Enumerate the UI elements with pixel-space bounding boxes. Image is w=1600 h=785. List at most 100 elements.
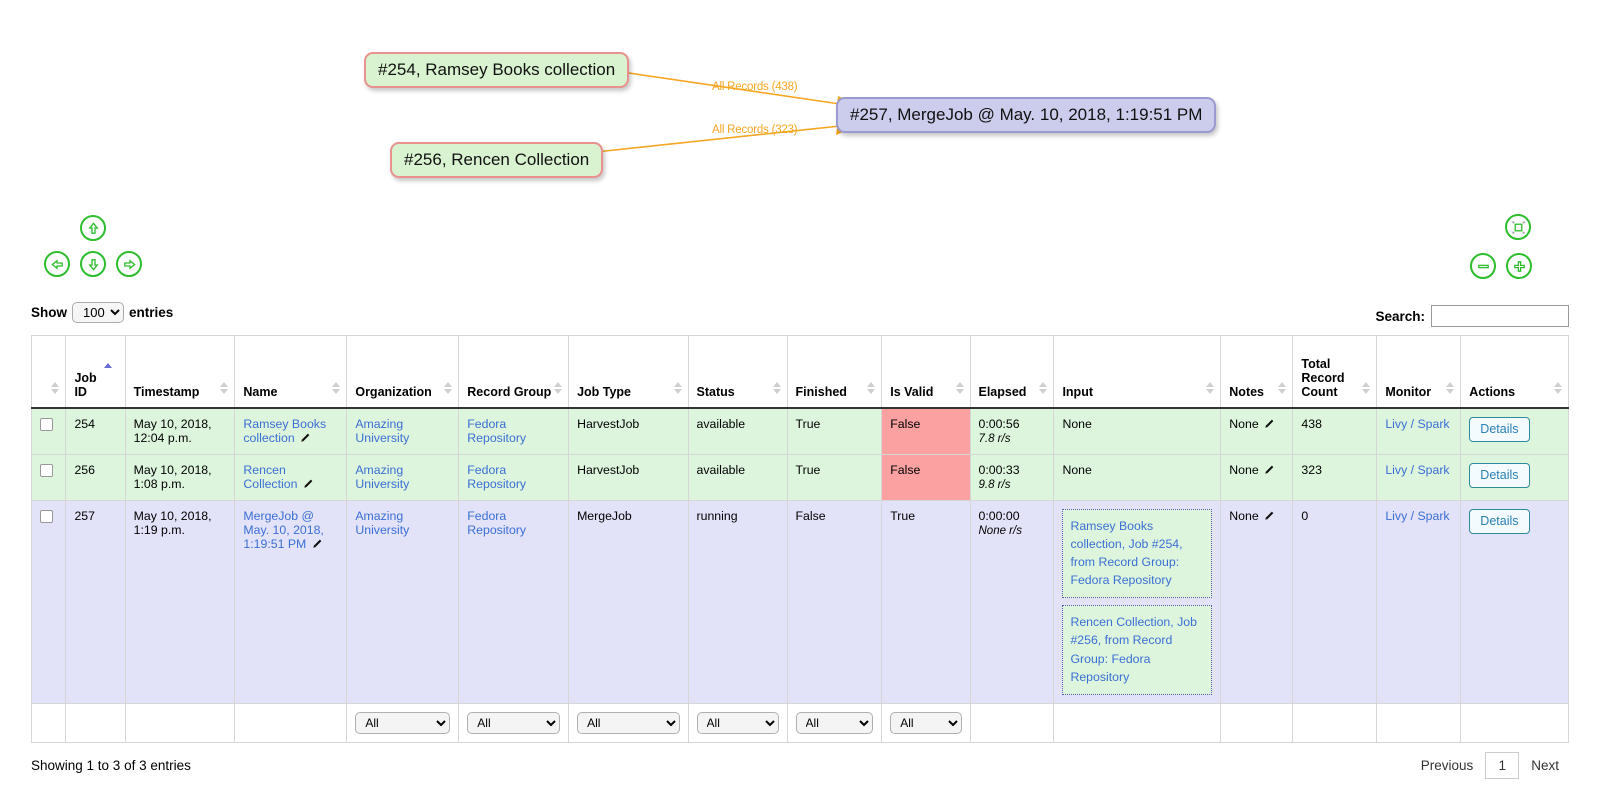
edit-pencil-icon[interactable] xyxy=(1264,418,1275,432)
row-checkbox[interactable] xyxy=(40,463,53,477)
sort-arrows-icon[interactable] xyxy=(1278,382,1287,395)
input-job-link[interactable]: Ramsey Books collection, Job #254, from … xyxy=(1070,519,1182,588)
column-header-input[interactable]: Input xyxy=(1053,335,1222,409)
sort-arrows-icon[interactable] xyxy=(955,382,965,395)
column-header-total-record-count[interactable]: Total Record Count xyxy=(1292,335,1378,409)
details-button[interactable]: Details xyxy=(1469,416,1530,442)
filter-select-organization[interactable]: All xyxy=(355,712,451,734)
pagination-previous-button[interactable]: Previous xyxy=(1411,753,1484,778)
zoom-out-icon[interactable] xyxy=(1470,253,1496,279)
graph-node-job-257[interactable]: #257, MergeJob @ May. 10, 2018, 1:19:51 … xyxy=(836,97,1217,133)
sort-arrows-icon[interactable] xyxy=(51,382,60,395)
page-length-control[interactable]: Show 102550100 entries xyxy=(31,301,173,323)
organization-link[interactable]: Amazing University xyxy=(355,417,409,445)
cell-monitor[interactable]: Livy / Spark xyxy=(1376,499,1462,704)
row-select-checkbox[interactable] xyxy=(30,453,67,501)
cell-actions[interactable]: Details xyxy=(1460,499,1569,704)
row-select-checkbox[interactable] xyxy=(30,499,67,704)
job-name-link[interactable]: Rencen Collection xyxy=(243,463,297,491)
edit-pencil-icon[interactable] xyxy=(303,478,314,492)
filter-cell-organization[interactable]: All xyxy=(346,703,460,743)
row-checkbox[interactable] xyxy=(40,509,53,523)
filter-cell-job-type[interactable]: All xyxy=(568,703,689,743)
column-header-job-type[interactable]: Job Type xyxy=(568,335,689,409)
cell-organization[interactable]: Amazing University xyxy=(346,407,460,455)
row-select-checkbox[interactable] xyxy=(30,407,67,455)
pan-up-icon[interactable] xyxy=(80,215,106,241)
sort-arrows-icon[interactable] xyxy=(1446,382,1455,395)
column-header-monitor[interactable]: Monitor xyxy=(1376,335,1462,409)
sort-arrows-icon[interactable] xyxy=(673,382,683,395)
cell-actions[interactable]: Details xyxy=(1460,407,1569,455)
graph-node-job-256[interactable]: #256, Rencen Collection xyxy=(390,142,604,178)
filter-select-record-group[interactable]: All xyxy=(467,712,561,734)
sort-arrows-icon[interactable] xyxy=(554,382,563,395)
column-header-finished[interactable]: Finished xyxy=(786,335,883,409)
column-header-timestamp[interactable]: Timestamp xyxy=(124,335,236,409)
sort-arrows-icon[interactable] xyxy=(220,382,229,395)
sort-arrows-icon[interactable] xyxy=(1554,382,1563,395)
record-group-link[interactable]: Fedora Repository xyxy=(467,463,526,491)
table-row[interactable]: 257 May 10, 2018, 1:19 p.m. MergeJob @ May… xyxy=(30,499,1569,704)
cell-record-group[interactable]: Fedora Repository xyxy=(458,499,570,704)
cell-notes[interactable]: None xyxy=(1220,407,1294,455)
cell-name[interactable]: MergeJob @ May. 10, 2018, 1:19:51 PM xyxy=(234,499,348,704)
table-row[interactable]: 254 May 10, 2018, 12:04 p.m. Ramsey Books … xyxy=(30,407,1569,455)
filter-cell-status[interactable]: All xyxy=(687,703,788,743)
filter-cell-is-valid[interactable]: All xyxy=(881,703,971,743)
input-job-chip[interactable]: Rencen Collection, Job #256, from Record… xyxy=(1062,605,1213,695)
search-input[interactable] xyxy=(1431,305,1569,327)
zoom-in-icon[interactable] xyxy=(1506,253,1532,279)
record-group-link[interactable]: Fedora Repository xyxy=(467,509,526,537)
details-button[interactable]: Details xyxy=(1469,462,1530,488)
sort-arrows-icon[interactable] xyxy=(867,382,876,395)
cell-monitor[interactable]: Livy / Spark xyxy=(1376,407,1462,455)
column-header-job-id[interactable]: Job ID xyxy=(65,335,126,409)
cell-name[interactable]: Ramsey Books collection xyxy=(234,407,348,455)
fit-to-screen-icon[interactable] xyxy=(1505,214,1531,240)
sort-arrows-icon[interactable] xyxy=(332,382,341,395)
monitor-link[interactable]: Livy / Spark xyxy=(1385,417,1449,431)
job-name-link[interactable]: Ramsey Books collection xyxy=(243,417,326,445)
cell-organization[interactable]: Amazing University xyxy=(346,453,460,501)
filter-cell-finished[interactable]: All xyxy=(786,703,883,743)
record-group-link[interactable]: Fedora Repository xyxy=(467,417,526,445)
edit-pencil-icon[interactable] xyxy=(1264,464,1275,478)
cell-notes[interactable]: None xyxy=(1220,453,1294,501)
monitor-link[interactable]: Livy / Spark xyxy=(1385,463,1449,477)
sort-arrows-icon[interactable] xyxy=(1206,382,1215,395)
edit-pencil-icon[interactable] xyxy=(300,432,311,446)
pan-left-icon[interactable] xyxy=(44,251,70,277)
column-header-name[interactable]: Name xyxy=(234,335,348,409)
row-checkbox[interactable] xyxy=(40,417,53,431)
page-length-select[interactable]: 102550100 xyxy=(72,301,124,323)
cell-record-group[interactable]: Fedora Repository xyxy=(458,453,570,501)
edit-pencil-icon[interactable] xyxy=(1264,510,1275,524)
sort-arrows-icon[interactable] xyxy=(1362,382,1371,395)
filter-select-is-valid[interactable]: All xyxy=(890,712,962,734)
sort-arrows-icon[interactable] xyxy=(104,363,113,376)
column-header-status[interactable]: Status xyxy=(687,335,788,409)
filter-cell-record-group[interactable]: All xyxy=(458,703,570,743)
cell-record-group[interactable]: Fedora Repository xyxy=(458,407,570,455)
sort-arrows-icon[interactable] xyxy=(772,382,782,395)
cell-monitor[interactable]: Livy / Spark xyxy=(1376,453,1462,501)
job-lineage-graph[interactable]: #254, Ramsey Books collection #256, Renc… xyxy=(0,0,1600,200)
search-control[interactable]: Search: xyxy=(1375,297,1569,327)
input-job-chip[interactable]: Ramsey Books collection, Job #254, from … xyxy=(1062,508,1213,599)
column-header-organization[interactable]: Organization xyxy=(346,335,460,409)
pan-down-icon[interactable] xyxy=(80,251,106,277)
input-job-link[interactable]: Rencen Collection, Job #256, from Record… xyxy=(1070,615,1196,684)
cell-notes[interactable]: None xyxy=(1220,499,1294,704)
cell-actions[interactable]: Details xyxy=(1460,453,1569,501)
column-header-record-group[interactable]: Record Group xyxy=(458,335,570,409)
filter-select-status[interactable]: All xyxy=(696,712,779,734)
filter-select-finished[interactable]: All xyxy=(795,712,874,734)
column-header-actions[interactable]: Actions xyxy=(1460,335,1569,409)
details-button[interactable]: Details xyxy=(1469,508,1530,534)
pagination-page-1[interactable]: 1 xyxy=(1485,752,1520,779)
column-header-is-valid[interactable]: Is Valid xyxy=(881,335,971,409)
cell-organization[interactable]: Amazing University xyxy=(346,499,460,704)
cell-name[interactable]: Rencen Collection xyxy=(234,453,348,501)
edit-pencil-icon[interactable] xyxy=(312,538,323,552)
